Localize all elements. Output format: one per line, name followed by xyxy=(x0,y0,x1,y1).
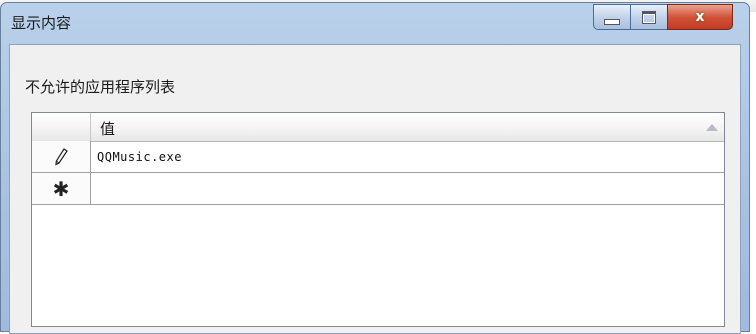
window-title: 显示内容 xyxy=(11,14,72,32)
sort-arrow-icon xyxy=(706,124,718,131)
row-header-corner xyxy=(32,113,91,141)
cell-value[interactable]: QQMusic.exe xyxy=(97,150,182,164)
list-label: 不允许的应用程序列表 xyxy=(25,78,176,96)
row-selector[interactable] xyxy=(32,141,91,172)
maximize-button[interactable] xyxy=(630,4,668,30)
close-icon: x xyxy=(695,9,705,25)
column-header-value[interactable]: 值 xyxy=(100,118,115,139)
row-selector[interactable]: ✱ xyxy=(32,173,91,204)
value-grid: 值 QQMusic.exe ✱ xyxy=(31,112,725,327)
maximize-icon xyxy=(642,10,656,24)
title-bar[interactable]: 显示内容 x xyxy=(1,3,749,43)
minimize-icon xyxy=(604,19,620,25)
new-row-star-icon: ✱ xyxy=(52,176,70,201)
grid-header: 值 xyxy=(32,113,724,142)
table-row[interactable]: QQMusic.exe xyxy=(32,141,724,173)
table-row-new[interactable]: ✱ xyxy=(32,173,724,205)
pencil-icon xyxy=(55,147,68,166)
minimize-button[interactable] xyxy=(593,4,631,30)
close-button[interactable]: x xyxy=(667,4,733,30)
